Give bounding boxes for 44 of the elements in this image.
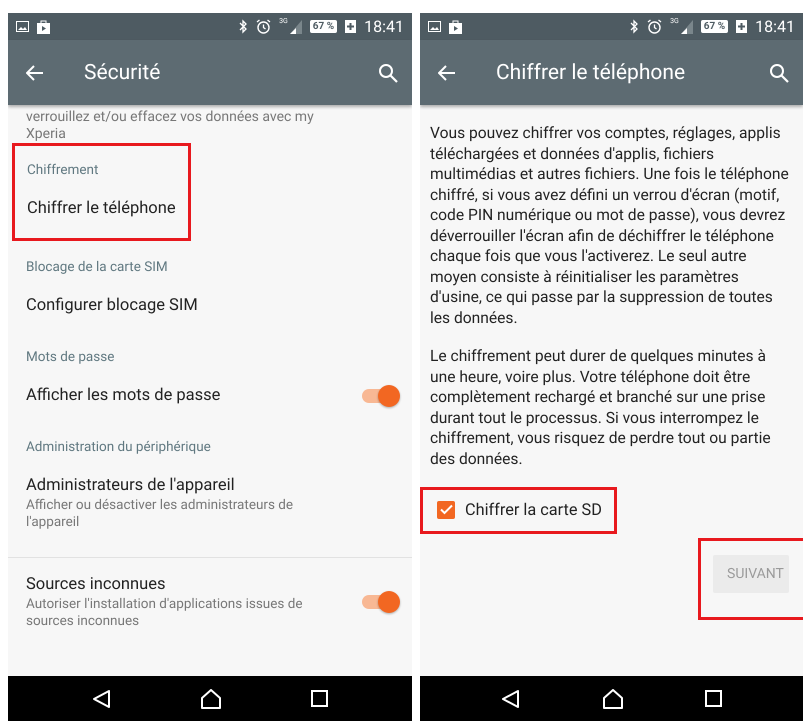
- back-icon[interactable]: [500, 688, 521, 708]
- bluetooth-icon: [239, 19, 248, 34]
- bluetooth-icon: [630, 19, 640, 34]
- screen-title: Sécurité: [84, 60, 162, 84]
- setting-summary: Autoriser l'installation d'applications issues de sources inconnues: [26, 596, 304, 630]
- shopping-bag-icon: [37, 20, 50, 34]
- setting-title[interactable]: Chiffrer le téléphone: [27, 198, 176, 220]
- charging-icon: [345, 20, 356, 33]
- search-icon[interactable]: [769, 62, 789, 82]
- recent-apps-icon[interactable]: [310, 690, 328, 707]
- setting-title[interactable]: Configurer blocage SIM: [26, 295, 396, 317]
- description-paragraph: Le chiffrement peut durer de quelques minutes à une heure, voire plus. Votre téléphone doit être complètement rechargé et branché sur une prise durant tout le processus. Si vous interrompez le chiffrement, vous risquez de perdre tout ou partie des données.: [429, 346, 772, 469]
- back-icon[interactable]: [92, 688, 112, 708]
- clock-time: 18:41: [364, 17, 404, 36]
- checkbox[interactable]: [437, 500, 455, 518]
- section-header: Chiffrement: [27, 161, 100, 180]
- shopping-bag-icon: [449, 20, 462, 34]
- back-arrow-icon[interactable]: [26, 64, 44, 80]
- clock-time: 18:41: [755, 17, 795, 36]
- screen-title: Chiffrer le téléphone: [496, 60, 686, 84]
- section-header: Administration du périphérique: [25, 438, 212, 457]
- home-icon[interactable]: [602, 688, 624, 708]
- setting-summary: Afficher ou désactiver les administrateurs de l'appareil: [26, 497, 294, 531]
- intro-text: verrouillez et/ou effacez vos données avec my Xperia: [25, 108, 315, 143]
- image-icon: [16, 21, 29, 32]
- setting-title[interactable]: Afficher les mots de passe: [26, 385, 362, 407]
- setting-title[interactable]: Administrateurs de l'appareil: [26, 475, 396, 497]
- section-header: Blocage de la carte SIM: [25, 258, 169, 277]
- setting-title[interactable]: Sources inconnues: [26, 574, 362, 596]
- description-paragraph: Vous pouvez chiffrer vos comptes, réglages, applis téléchargées et données d'applis, fichiers multimédias et autres fichiers. Une fois le téléphone chiffré, si vous avez défini un verrou d'écran (motif, code PIN numérique ou mot de passe), vous devrez déverrouiller l'écran afin de déchiffrer le téléphone chaque fois que vous l'activerez. Le seul autre moyen consiste à réinitialiser les paramètres d'usine, ce qui passe par la suppression de toutes les données.: [429, 123, 790, 328]
- home-icon[interactable]: [200, 688, 222, 708]
- battery-level: 67 %: [310, 20, 338, 33]
- back-arrow-icon[interactable]: [438, 64, 456, 80]
- charging-icon: [736, 20, 748, 33]
- checkbox-label[interactable]: Chiffrer la carte SD: [465, 500, 602, 519]
- section-header: Mots de passe: [25, 348, 116, 367]
- signal-icon: [680, 20, 693, 34]
- search-icon[interactable]: [378, 62, 398, 82]
- alarm-clock-icon: [647, 19, 662, 34]
- alarm-clock-icon: [256, 19, 272, 34]
- signal-icon: [290, 20, 302, 34]
- recent-apps-icon[interactable]: [705, 690, 722, 707]
- battery-level: 67 %: [700, 20, 728, 33]
- image-icon: [428, 21, 441, 32]
